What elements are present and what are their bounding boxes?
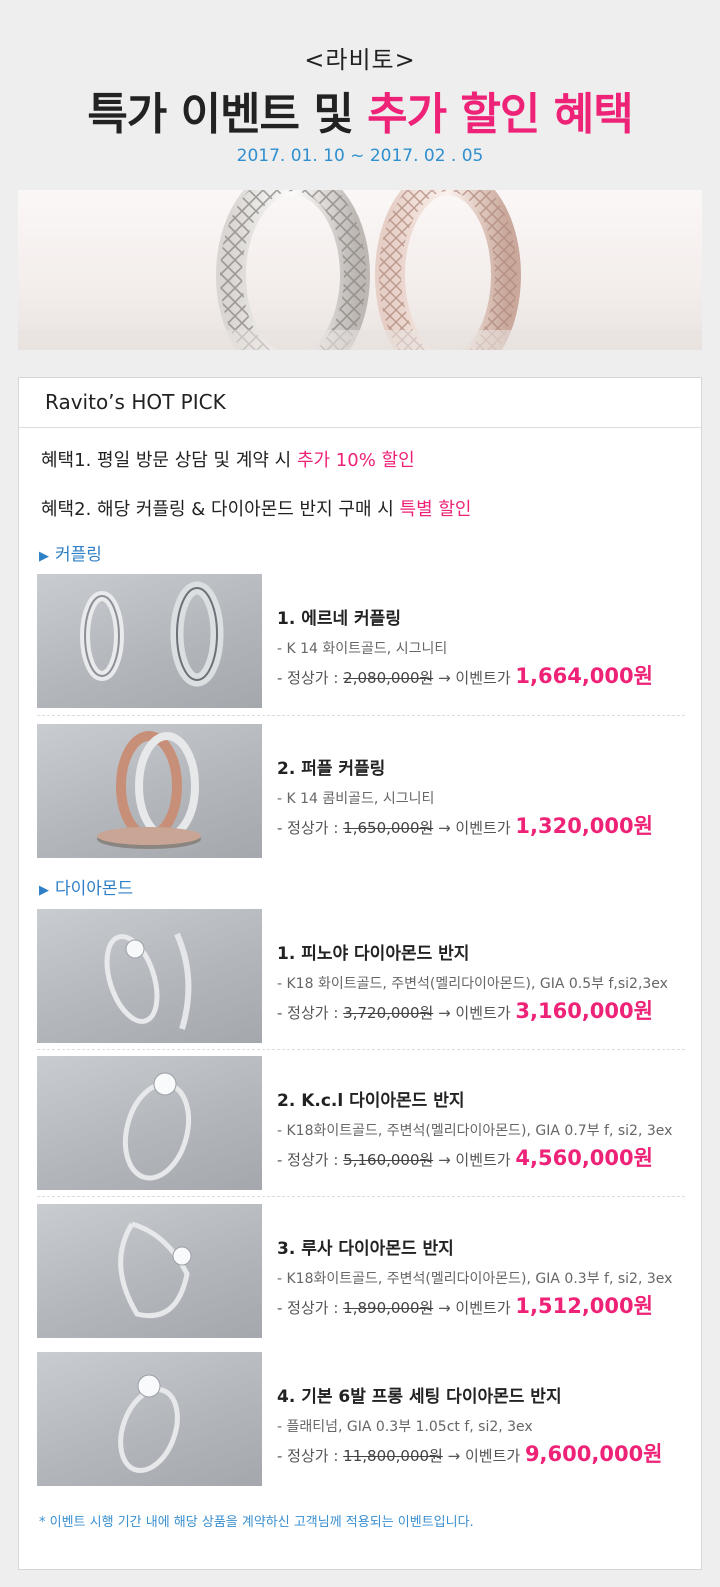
section-diamond-rings: ▶ 다이아몬드 [39,874,133,899]
price-arrow: → 이벤트가 [433,1004,516,1022]
event-period: 2017. 01. 10 ~ 2017. 02 . 05 [236,146,484,166]
triangle-right-icon: ▶ [39,883,49,898]
product-spec: - 플래티넘, GIA 0.3부 1.05ct f, si2, 3ex [277,1419,533,1435]
benefit-2-text: 혜택2. 해당 커플링 & 다이아몬드 반지 구매 시 [41,499,400,520]
product-image[interactable] [37,574,262,708]
event-headline: 특가 이벤트 및 추가 할인 혜택 [0,78,720,142]
product-item[interactable]: 1. 에르네 커플링 - K 14 화이트골드, 시그니티 - 정상가 : 2,… [37,574,685,708]
original-price: 3,720,000원 [343,1004,434,1022]
hero-rings-image [18,190,702,350]
product-name: 1. 에르네 커플링 [277,609,401,629]
product-spec: - K18화이트골드, 주변석(멜리다이아몬드), GIA 0.3부 f, si… [277,1271,673,1287]
product-image[interactable] [37,724,262,858]
product-price: - 정상가 : 11,800,000원 → 이벤트가 9,600,000원 [277,1438,663,1468]
event-price: 1,512,000원 [515,1294,653,1318]
product-divider [37,715,685,716]
event-price: 1,664,000원 [515,664,653,688]
product-item[interactable]: 3. 루사 다이아몬드 반지 - K18화이트골드, 주변석(멜리다이아몬드),… [37,1204,685,1338]
triangle-right-icon: ▶ [39,549,49,564]
price-prefix: - 정상가 : [277,1447,344,1465]
event-header: <라비토> 특가 이벤트 및 추가 할인 혜택 2017. 01. 10 ~ 2… [0,0,720,180]
hot-pick-card: Ravito’s HOT PICK 혜택1. 평일 방문 상담 및 계약 시 추… [18,377,702,1570]
brand-name: <라비토> [304,46,416,74]
price-prefix: - 정상가 : [277,669,344,687]
benefit-1-highlight: 추가 10% 할인 [296,450,415,471]
product-item[interactable]: 2. K.c.l 다이아몬드 반지 - K18화이트골드, 주변석(멜리다이아몬… [37,1056,685,1190]
product-image[interactable] [37,1204,262,1338]
original-price: 1,650,000원 [343,819,434,837]
product-name: 2. 퍼플 커플링 [277,759,386,779]
product-name: 1. 피노야 다이아몬드 반지 [277,944,470,964]
section-diamond-label: 다이아몬드 [55,879,134,899]
benefit-2-highlight: 특별 할인 [399,499,472,520]
original-price: 5,160,000원 [343,1151,434,1169]
event-price: 3,160,000원 [515,999,653,1023]
product-image[interactable] [37,909,262,1043]
price-prefix: - 정상가 : [277,819,344,837]
price-prefix: - 정상가 : [277,1004,344,1022]
price-arrow: → 이벤트가 [442,1447,525,1465]
product-spec: - K18 화이트골드, 주변석(멜리다이아몬드), GIA 0.5부 f,si… [277,976,668,992]
benefit-2: 혜택2. 해당 커플링 & 다이아몬드 반지 구매 시 특별 할인 [41,495,471,521]
product-spec: - K 14 콤비골드, 시그니티 [277,791,435,807]
price-arrow: → 이벤트가 [433,1151,516,1169]
product-name: 2. K.c.l 다이아몬드 반지 [277,1091,465,1111]
price-prefix: - 정상가 : [277,1299,344,1317]
event-footnote: * 이벤트 시행 기간 내에 해당 상품을 계약하신 고객님께 적용되는 이벤트… [39,1515,474,1530]
product-divider [37,1049,685,1050]
price-arrow: → 이벤트가 [433,1299,516,1317]
product-price: - 정상가 : 5,160,000원 → 이벤트가 4,560,000원 [277,1142,653,1172]
product-item[interactable]: 2. 퍼플 커플링 - K 14 콤비골드, 시그니티 - 정상가 : 1,65… [37,724,685,858]
original-price: 2,080,000원 [343,669,434,687]
product-price: - 정상가 : 2,080,000원 → 이벤트가 1,664,000원 [277,660,653,690]
benefit-1-text: 혜택1. 평일 방문 상담 및 계약 시 [41,450,297,471]
product-image[interactable] [37,1056,262,1190]
original-price: 1,890,000원 [343,1299,434,1317]
event-price: 4,560,000원 [515,1146,653,1170]
price-prefix: - 정상가 : [277,1151,344,1169]
benefit-1: 혜택1. 평일 방문 상담 및 계약 시 추가 10% 할인 [41,446,415,472]
product-price: - 정상가 : 1,650,000원 → 이벤트가 1,320,000원 [277,810,653,840]
product-price: - 정상가 : 3,720,000원 → 이벤트가 3,160,000원 [277,995,653,1025]
product-divider [37,1196,685,1197]
price-arrow: → 이벤트가 [433,819,516,837]
product-price: - 정상가 : 1,890,000원 → 이벤트가 1,512,000원 [277,1290,653,1320]
product-image[interactable] [37,1352,262,1486]
price-arrow: → 이벤트가 [433,669,516,687]
headline-highlight: 추가 할인 혜택 [367,89,634,140]
product-item[interactable]: 4. 기본 6발 프롱 세팅 다이아몬드 반지 - 플래티넘, GIA 0.3부… [37,1352,685,1486]
product-item[interactable]: 1. 피노야 다이아몬드 반지 - K18 화이트골드, 주변석(멜리다이아몬드… [37,909,685,1043]
section-couple-rings: ▶ 커플링 [39,540,102,565]
product-spec: - K 14 화이트골드, 시그니티 [277,641,448,657]
section-couple-label: 커플링 [55,545,102,565]
product-name: 4. 기본 6발 프롱 세팅 다이아몬드 반지 [277,1387,562,1407]
card-title: Ravito’s HOT PICK [19,378,701,428]
product-spec: - K18화이트골드, 주변석(멜리다이아몬드), GIA 0.7부 f, si… [277,1123,673,1139]
product-name: 3. 루사 다이아몬드 반지 [277,1239,454,1259]
original-price: 11,800,000원 [343,1447,443,1465]
headline-main: 특가 이벤트 및 [87,89,368,140]
event-price: 9,600,000원 [524,1442,663,1466]
event-price: 1,320,000원 [515,814,653,838]
